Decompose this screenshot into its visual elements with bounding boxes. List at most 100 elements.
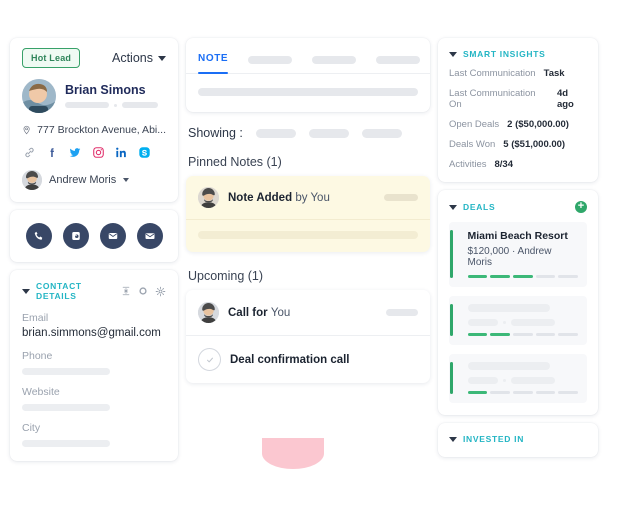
insight-value: 8/34 (494, 159, 513, 170)
call-headset-button[interactable] (62, 223, 89, 249)
invested-in-header[interactable]: INVESTED IN (449, 434, 587, 444)
showing-filter-row: Showing : (186, 126, 430, 140)
task-complete-checkbox[interactable] (198, 348, 221, 371)
placeholder-dot (502, 321, 506, 324)
filter-placeholder[interactable] (255, 128, 296, 138)
deals-header: DEALS + (449, 201, 587, 213)
pinned-note-title-bold: Note Added (228, 191, 293, 204)
note-input[interactable] (186, 74, 430, 112)
quick-actions-bar (10, 210, 178, 262)
deal-body (460, 304, 579, 336)
owner-photo-icon (22, 170, 42, 190)
list-item-title-light: You (270, 306, 291, 319)
progress-segment (558, 391, 579, 394)
note-author-photo-icon (198, 187, 219, 208)
chevron-down-icon (449, 204, 457, 210)
contact-details-header: CONTACT DETAILS (22, 281, 166, 301)
field-city: City (22, 422, 166, 447)
deal-item[interactable] (449, 296, 587, 345)
tab-secondary-2[interactable] (312, 56, 357, 73)
add-deal-button[interactable]: + (575, 201, 587, 213)
tab-label: NOTE (198, 53, 229, 64)
insight-value: 4d ago (556, 88, 574, 110)
insight-row: Deals Won 5 ($51,000.00) (449, 139, 587, 150)
deal-body: Miami Beach Resort $120,000 · Andrew Mor… (460, 230, 579, 278)
email-button[interactable] (99, 223, 126, 249)
placeholder-bar (510, 319, 555, 326)
address-text: 777 Brockton Avenue, Abi... (37, 124, 166, 136)
contact-details-title-group[interactable]: CONTACT DETAILS (22, 281, 121, 301)
task-owner-photo-icon (198, 302, 219, 323)
section-title: INVESTED IN (463, 434, 525, 444)
instagram-icon[interactable] (92, 146, 105, 159)
gear-icon[interactable] (155, 286, 166, 297)
deal-accent-bar (450, 230, 453, 278)
address-row: 777 Brockton Avenue, Abi... (22, 124, 166, 136)
call-button[interactable] (25, 223, 52, 249)
facebook-icon[interactable] (46, 146, 58, 159)
owner-avatar (22, 170, 42, 190)
placeholder-bar (65, 102, 109, 109)
check-icon (206, 357, 213, 362)
contact-details-card: CONTACT DETAILS Email brian.simmons@gmai… (10, 270, 178, 461)
task-owner-avatar (198, 302, 219, 323)
list-item[interactable]: Deal confirmation call (186, 335, 430, 383)
chevron-down-icon (123, 178, 130, 182)
progress-segment (490, 275, 510, 278)
phone-icon (34, 231, 42, 240)
tab-note[interactable]: NOTE (198, 48, 229, 74)
contact-identity: Brian Simons (22, 79, 166, 113)
filter-placeholder[interactable] (361, 128, 402, 138)
deal-accent-bar (450, 304, 453, 336)
deal-progress (467, 275, 579, 278)
list-item[interactable]: Call for You (186, 290, 430, 335)
invested-in-card: INVESTED IN (438, 423, 598, 457)
field-label: Website (22, 386, 60, 398)
progress-segment (467, 391, 488, 394)
deal-progress (467, 333, 579, 336)
deals-title-group[interactable]: DEALS (449, 202, 495, 212)
linkedin-icon[interactable] (115, 146, 128, 159)
placeholder-bar (467, 304, 550, 312)
pinned-note-title: Note Added by You (228, 192, 330, 204)
section-title: CONTACT DETAILS (36, 281, 82, 301)
progress-segment (535, 333, 556, 336)
app-background: Hot Lead Actions Brian Simons 777 Brockt… (0, 0, 620, 520)
actions-button[interactable]: Actions (112, 51, 166, 65)
crm-contact-board: Hot Lead Actions Brian Simons 777 Brockt… (10, 38, 610, 461)
skype-icon[interactable] (138, 146, 151, 159)
twitter-icon[interactable] (68, 146, 82, 159)
contact-details-tools (121, 286, 166, 297)
insight-label: Deals Won (449, 139, 496, 150)
dot-icon[interactable] (138, 286, 148, 296)
insight-row: Open Deals 2 ($50,000.00) (449, 119, 587, 130)
smart-insights-card: SMART INSIGHTS Last Communication Task L… (438, 38, 598, 182)
insight-label: Activities (449, 159, 487, 170)
lead-summary-card: Hot Lead Actions Brian Simons 777 Brockt… (10, 38, 178, 202)
tab-secondary-1[interactable] (248, 56, 293, 73)
deal-item[interactable]: Miami Beach Resort $120,000 · Andrew Mor… (449, 222, 587, 287)
deals-card: DEALS + Miami Beach Resort $120,000 · An… (438, 190, 598, 415)
collapse-icon[interactable] (121, 286, 131, 296)
deal-owner-row[interactable]: Andrew Moris (22, 170, 166, 190)
insight-label: Open Deals (449, 119, 500, 130)
tab-secondary-3[interactable] (376, 56, 421, 73)
section-title: DEALS (463, 202, 496, 212)
progress-segment (558, 275, 579, 278)
list-item-title-bold: Call for (228, 306, 268, 319)
progress-segment (467, 333, 488, 336)
link-icon[interactable] (23, 146, 36, 159)
pinned-note-card[interactable]: Note Added by You (186, 176, 430, 252)
right-column: SMART INSIGHTS Last Communication Task L… (438, 38, 598, 457)
placeholder-bar (122, 102, 158, 109)
filter-placeholder[interactable] (308, 128, 349, 138)
field-label: City (22, 422, 41, 434)
field-label: Email (22, 312, 49, 324)
field-value[interactable]: brian.simmons@gmail.com (22, 327, 166, 339)
smart-insights-header[interactable]: SMART INSIGHTS (449, 49, 587, 59)
avatar[interactable] (22, 79, 56, 113)
deal-item[interactable] (449, 354, 587, 403)
upcoming-title: Upcoming (1) (188, 269, 264, 283)
mail-button[interactable] (136, 223, 163, 249)
insight-row: Last Communication On 4d ago (449, 88, 587, 110)
